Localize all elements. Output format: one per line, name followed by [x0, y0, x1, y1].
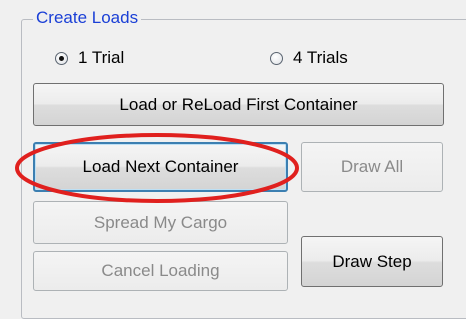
draw-step-button[interactable]: Draw Step: [301, 236, 443, 287]
radio-unchecked-icon: [270, 51, 283, 65]
load-first-container-button[interactable]: Load or ReLoad First Container: [33, 83, 444, 126]
spread-my-cargo-button[interactable]: Spread My Cargo: [33, 201, 288, 244]
radio-1-trial[interactable]: 1 Trial: [55, 48, 124, 68]
radio-4-trials-label: 4 Trials: [293, 48, 348, 67]
cancel-loading-button[interactable]: Cancel Loading: [33, 251, 288, 291]
radio-1-trial-label: 1 Trial: [78, 48, 125, 67]
radio-4-trials[interactable]: 4 Trials: [270, 48, 348, 68]
load-next-container-button[interactable]: Load Next Container: [33, 142, 288, 192]
group-title: Create Loads: [33, 9, 142, 27]
radio-checked-icon: [55, 51, 68, 65]
draw-all-button[interactable]: Draw All: [301, 142, 443, 192]
